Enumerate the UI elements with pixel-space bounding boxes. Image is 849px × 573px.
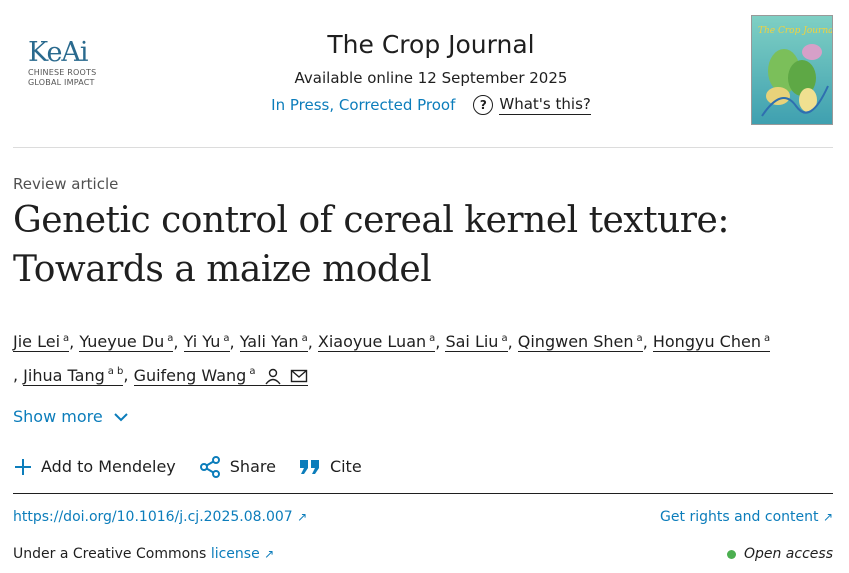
show-more-button[interactable]: Show more bbox=[13, 405, 129, 429]
envelope-icon bbox=[290, 369, 307, 383]
press-status-row: In Press, Corrected Proof ? What's this? bbox=[200, 94, 662, 115]
article-title-line2: Towards a maize model bbox=[13, 249, 432, 290]
journal-cover-image[interactable]: The Crop Journal bbox=[751, 15, 833, 125]
share-icon bbox=[199, 456, 220, 478]
cover-title-text: The Crop Journal bbox=[758, 26, 832, 36]
mendeley-label: Add to Mendeley bbox=[41, 457, 176, 476]
author-link-corresponding[interactable]: Guifeng Wang a bbox=[133, 365, 308, 386]
add-to-mendeley-button[interactable]: Add to Mendeley bbox=[13, 455, 176, 479]
share-label: Share bbox=[229, 457, 276, 476]
header-divider bbox=[13, 147, 833, 148]
logo-wordmark: KeAi bbox=[28, 37, 89, 68]
cover-illustration: The Crop Journal bbox=[752, 16, 832, 124]
open-access-dot-icon bbox=[726, 549, 736, 559]
author-link[interactable]: Qingwen Shen a bbox=[517, 332, 643, 353]
author-link[interactable]: Xiaoyue Luan a bbox=[317, 332, 436, 353]
article-title: Genetic control of cereal kernel texture… bbox=[13, 196, 833, 294]
author-link[interactable]: Yueyue Du a bbox=[79, 332, 174, 353]
author-link[interactable]: Hongyu Chen a bbox=[652, 332, 771, 353]
chevron-down-icon bbox=[113, 413, 128, 422]
actions-divider bbox=[13, 493, 833, 494]
article-type: Review article bbox=[13, 175, 119, 193]
external-link-icon: ↗ bbox=[264, 547, 275, 561]
whats-this-label: What's this? bbox=[499, 95, 591, 115]
cite-label: Cite bbox=[329, 457, 362, 476]
logo-tagline-2: GLOBAL IMPACT bbox=[28, 78, 95, 87]
journal-title-link[interactable]: The Crop Journal bbox=[327, 30, 534, 60]
author-link[interactable]: Yi Yu a bbox=[183, 332, 230, 353]
question-icon: ? bbox=[473, 94, 494, 115]
license-link[interactable]: license ↗ bbox=[211, 546, 274, 562]
share-button[interactable]: Share bbox=[198, 455, 276, 479]
open-access-badge: Open access bbox=[726, 544, 833, 564]
rights-text: Get rights and content bbox=[660, 509, 819, 525]
doi-link[interactable]: https://doi.org/10.1016/j.cj.2025.08.007… bbox=[13, 507, 307, 527]
article-title-line1: Genetic control of cereal kernel texture… bbox=[13, 200, 729, 241]
doi-text: https://doi.org/10.1016/j.cj.2025.08.007 bbox=[13, 509, 293, 525]
external-link-icon: ↗ bbox=[822, 510, 833, 524]
author-link[interactable]: Sai Liu a bbox=[445, 332, 508, 353]
journal-info: The Crop Journal Available online 12 Sep… bbox=[200, 30, 662, 115]
license-prefix: Under a Creative Commons bbox=[13, 546, 207, 562]
author-link[interactable]: Yali Yan a bbox=[239, 332, 308, 353]
in-press-status: In Press, Corrected Proof bbox=[271, 95, 456, 114]
available-online: Available online 12 September 2025 bbox=[294, 69, 568, 87]
author-link[interactable]: Jihua Tang a b bbox=[23, 365, 124, 386]
person-icon bbox=[264, 368, 281, 385]
plus-icon bbox=[15, 459, 31, 475]
cite-button[interactable]: Cite bbox=[298, 455, 362, 479]
article-header: KeAi CHINESE ROOTS GLOBAL IMPACT The Cro… bbox=[0, 0, 849, 148]
article-actions: Add to Mendeley Share Cite bbox=[13, 455, 384, 479]
license-row: Under a Creative Commons license ↗ bbox=[13, 544, 274, 564]
show-more-label: Show more bbox=[13, 407, 103, 426]
logo-tagline-1: CHINESE ROOTS bbox=[28, 68, 97, 77]
author-link[interactable]: Jie Lei a bbox=[13, 332, 70, 353]
keai-logo[interactable]: KeAi CHINESE ROOTS GLOBAL IMPACT bbox=[28, 38, 128, 88]
author-list: Jie Lei a, Yueyue Du a, Yi Yu a, Yali Yan a,… bbox=[13, 332, 771, 386]
quote-icon bbox=[299, 460, 319, 474]
external-link-icon: ↗ bbox=[297, 510, 308, 524]
open-access-label: Open access bbox=[743, 546, 833, 562]
whats-this-link[interactable]: ? What's this? bbox=[473, 94, 591, 115]
rights-link[interactable]: Get rights and content ↗ bbox=[660, 507, 833, 527]
